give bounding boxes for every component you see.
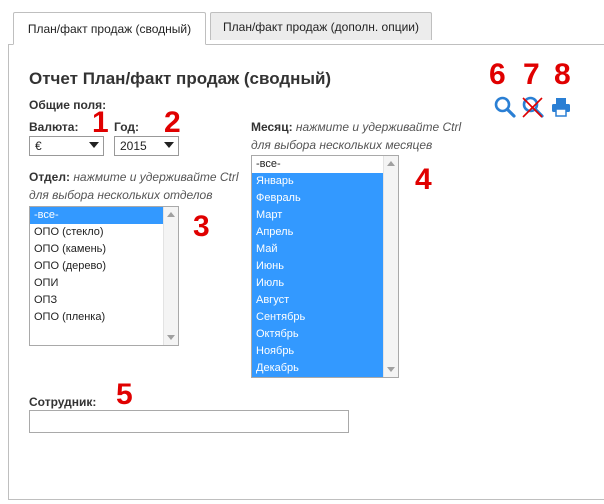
department-option[interactable]: ОПЗ xyxy=(30,292,178,309)
marker-5: 5 xyxy=(116,378,133,411)
department-option[interactable]: ОПИ xyxy=(30,275,178,292)
page-title: Отчет План/факт продаж (сводный) xyxy=(29,69,332,88)
scroll-down-icon xyxy=(387,367,395,372)
tab-extra-options-label: План/факт продаж (дополн. опции) xyxy=(223,19,419,34)
department-option[interactable]: ОПО (стекло) xyxy=(30,224,178,241)
month-option[interactable]: Февраль xyxy=(252,190,398,207)
marker-6: 6 xyxy=(489,58,506,91)
department-option[interactable]: ОПО (пленка) xyxy=(30,309,178,326)
month-option[interactable]: Март xyxy=(252,207,398,224)
department-listbox[interactable]: -все- ОПО (стекло) ОПО (камень) ОПО (дерево… xyxy=(29,206,179,346)
year-select[interactable]: 2015 xyxy=(114,136,179,156)
tab-summary[interactable]: План/факт продаж (сводный) xyxy=(13,12,206,45)
month-option[interactable]: Январь xyxy=(252,173,398,190)
month-hint-line2: для выбора нескольких месяцев xyxy=(251,138,433,152)
month-scrollbar[interactable] xyxy=(383,156,398,377)
currency-value: € xyxy=(35,139,42,153)
year-value: 2015 xyxy=(120,139,147,153)
clear-filter-icon[interactable] xyxy=(521,95,545,119)
department-option[interactable]: ОПО (камень) xyxy=(30,241,178,258)
scroll-up-icon xyxy=(387,161,395,166)
marker-3: 3 xyxy=(193,210,210,243)
department-options: -все- ОПО (стекло) ОПО (камень) ОПО (дерево… xyxy=(30,207,178,326)
month-option[interactable]: Май xyxy=(252,241,398,258)
month-option[interactable]: Июль xyxy=(252,275,398,292)
department-hint-line1: нажмите и удерживайте Ctrl xyxy=(73,170,239,184)
search-icon[interactable] xyxy=(493,95,517,119)
department-label: Отдел: нажмите и удерживайте Ctrl xyxy=(29,170,239,184)
marker-8: 8 xyxy=(554,58,571,91)
chevron-down-icon xyxy=(89,142,99,148)
tab-summary-label: План/факт продаж (сводный) xyxy=(27,21,192,36)
department-option[interactable]: ОПО (дерево) xyxy=(30,258,178,275)
department-scrollbar[interactable] xyxy=(163,207,178,345)
employee-label: Сотрудник: xyxy=(29,395,97,409)
month-label: Месяц: нажмите и удерживайте Ctrl xyxy=(251,120,461,134)
month-options: -все- Январь Февраль Март Апрель Май Июнь Июль А… xyxy=(252,156,398,377)
department-hint-line2: для выбора нескольких отделов xyxy=(29,188,213,202)
currency-label: Валюта: xyxy=(29,120,79,134)
scroll-up-icon xyxy=(167,212,175,217)
marker-7: 7 xyxy=(523,58,540,91)
month-label-text: Месяц: xyxy=(251,120,293,134)
month-option[interactable]: Декабрь xyxy=(252,360,398,377)
marker-4: 4 xyxy=(415,163,432,196)
department-option[interactable]: -все- xyxy=(30,207,178,224)
month-option[interactable]: Июнь xyxy=(252,258,398,275)
month-option[interactable]: Сентябрь xyxy=(252,309,398,326)
year-label: Год: xyxy=(114,120,139,134)
month-listbox[interactable]: -все- Январь Февраль Март Апрель Май Июнь Июль А… xyxy=(251,155,399,378)
month-hint-line1: нажмите и удерживайте Ctrl xyxy=(295,120,462,134)
department-label-text: Отдел: xyxy=(29,170,70,184)
scroll-down-icon xyxy=(167,335,175,340)
month-option[interactable]: -все- xyxy=(252,156,398,173)
currency-select[interactable]: € xyxy=(29,136,104,156)
tab-extra-options[interactable]: План/факт продаж (дополн. опции) xyxy=(210,12,432,40)
month-option[interactable]: Ноябрь xyxy=(252,343,398,360)
month-option[interactable]: Апрель xyxy=(252,224,398,241)
tab-bar: План/факт продаж (сводный) План/факт про… xyxy=(0,0,604,45)
marker-2: 2 xyxy=(164,106,181,139)
month-option[interactable]: Октябрь xyxy=(252,326,398,343)
print-icon[interactable] xyxy=(549,95,573,119)
month-option[interactable]: Август xyxy=(252,292,398,309)
employee-input[interactable] xyxy=(29,410,349,433)
chevron-down-icon xyxy=(164,142,174,148)
marker-1: 1 xyxy=(92,106,109,139)
